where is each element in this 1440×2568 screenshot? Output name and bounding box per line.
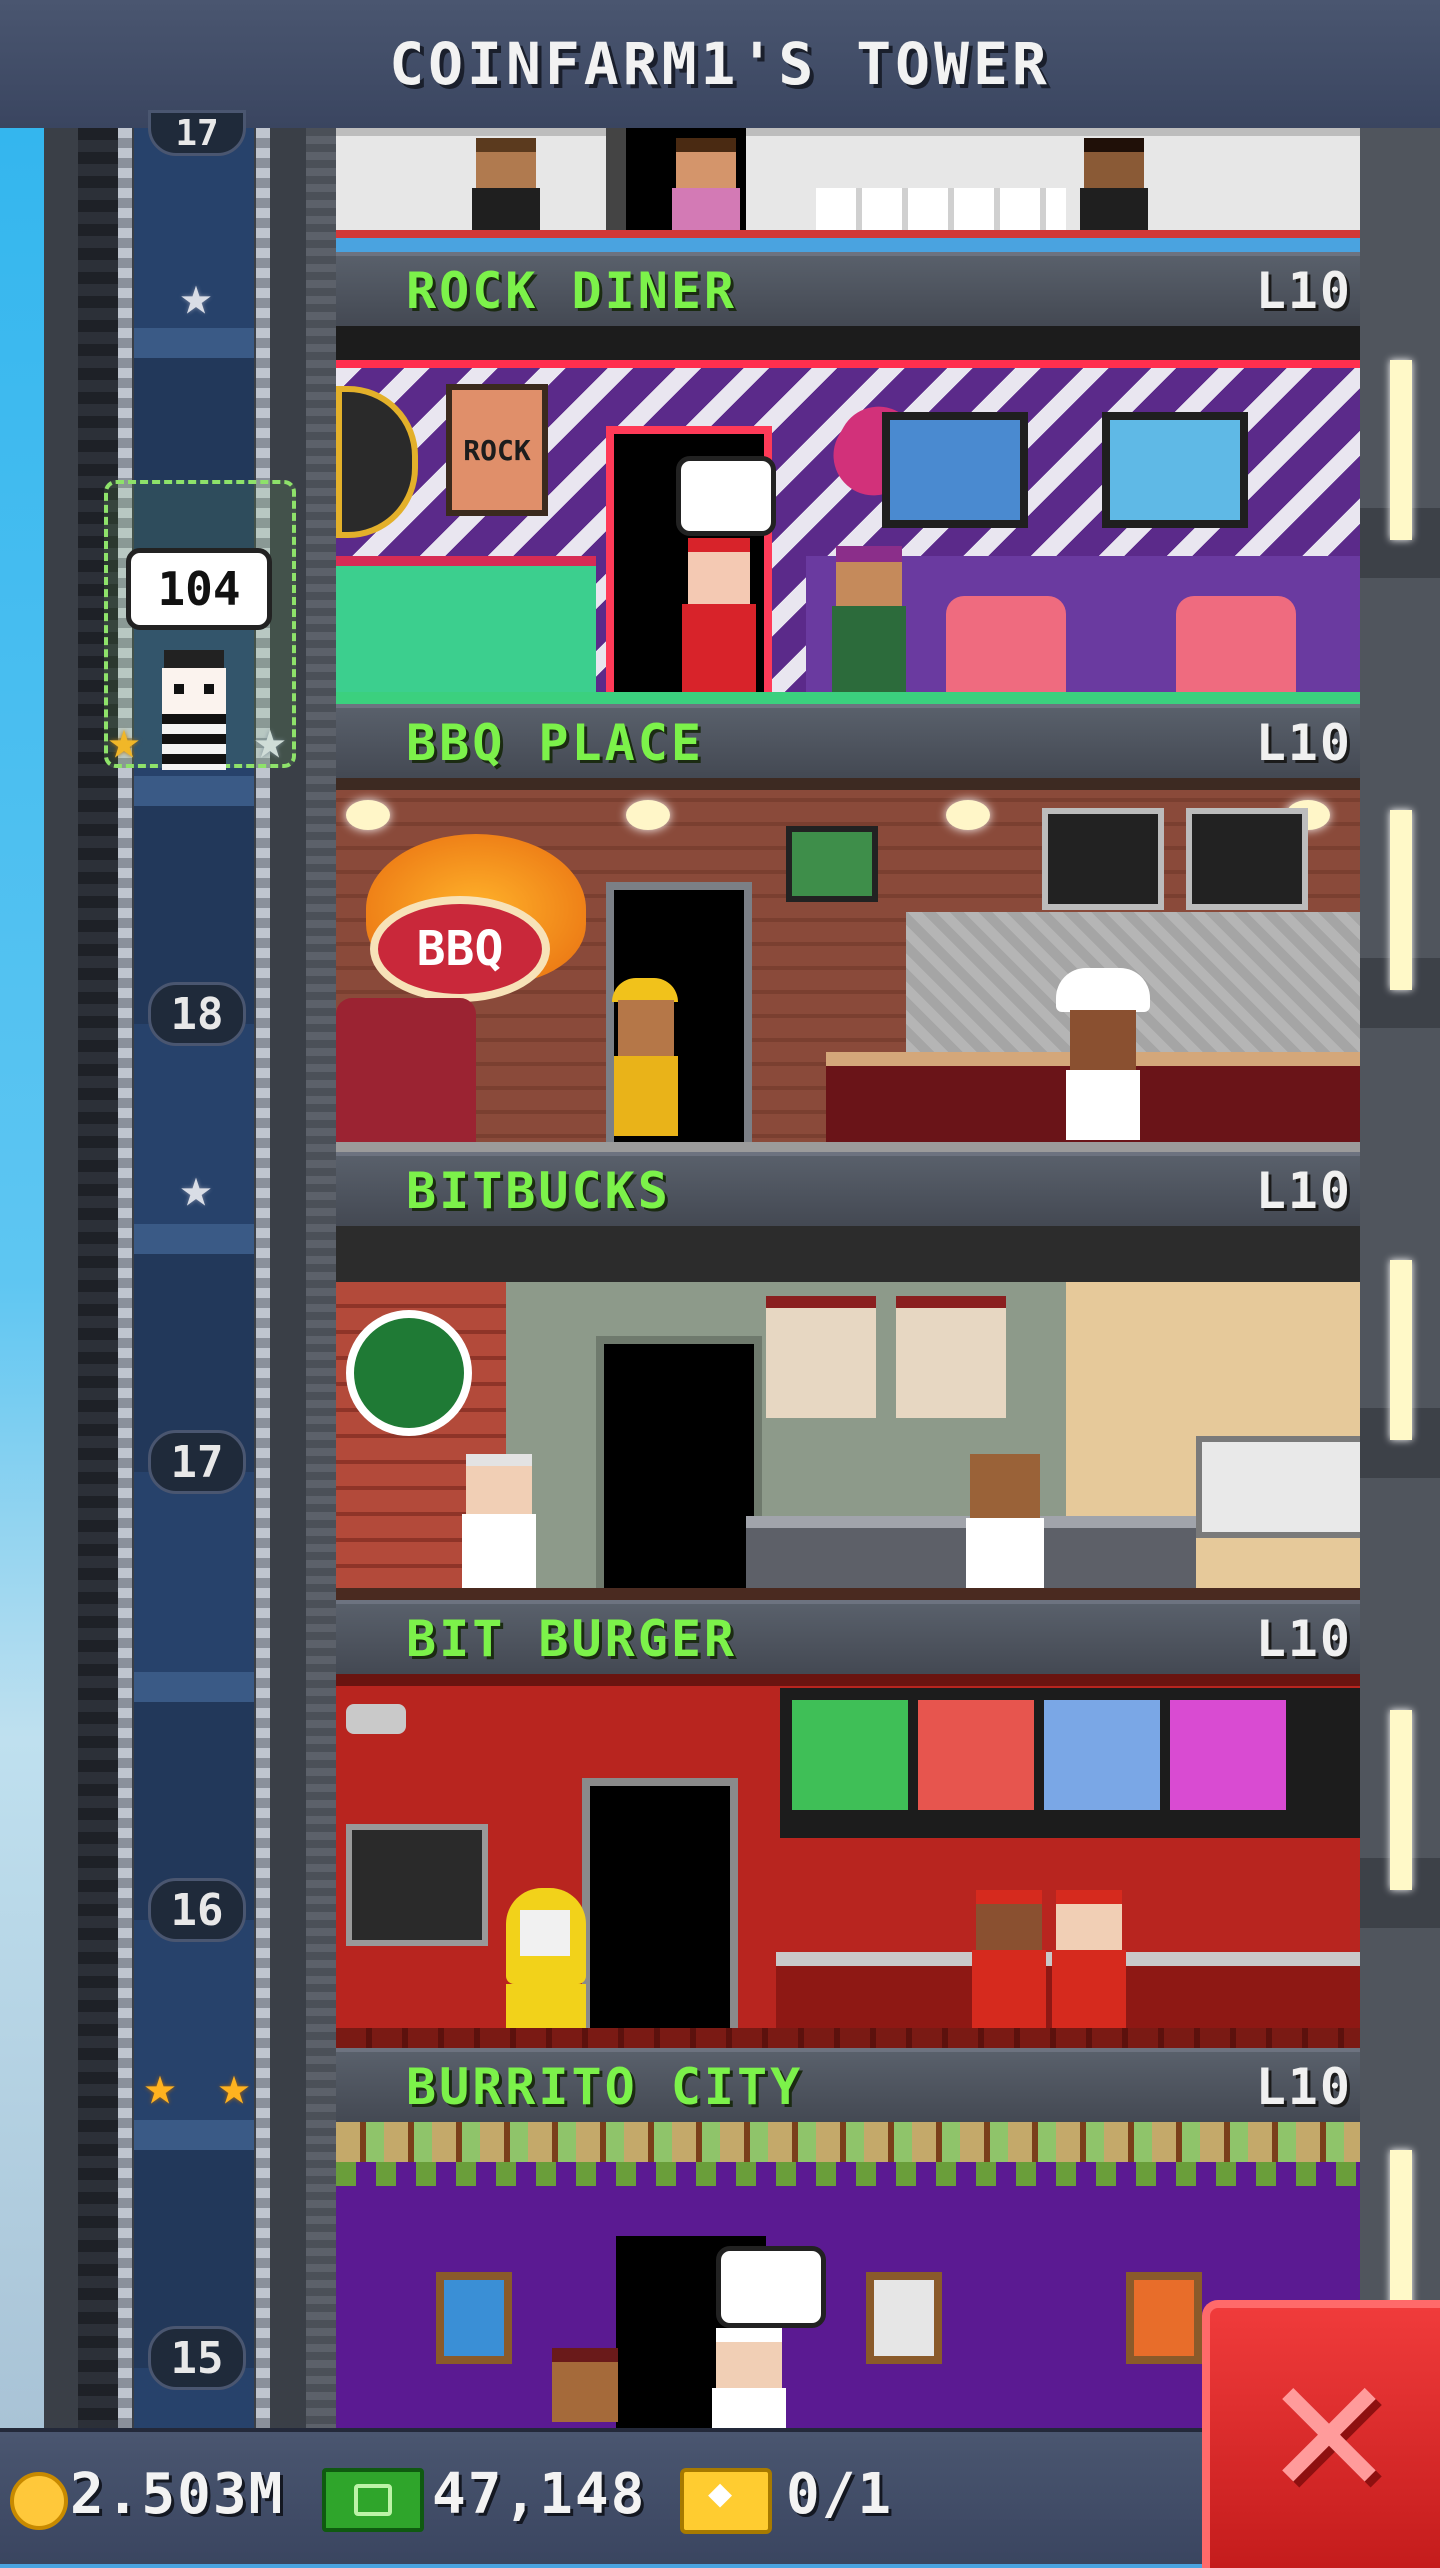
room-partial-top[interactable]: [336, 128, 1360, 238]
floor-number-partial: 17: [148, 110, 246, 156]
gold-star-icon: ★: [143, 2054, 177, 2117]
security-camera-icon: [346, 1704, 406, 1734]
room-bitbucks[interactable]: [336, 1226, 1360, 1600]
elevator-operator: [148, 650, 240, 770]
room-bbq-place[interactable]: BBQ: [336, 778, 1360, 1152]
menu-board: [1186, 808, 1308, 910]
coin-count: 2.503M: [70, 2462, 285, 2527]
diner-booth: [336, 556, 596, 704]
floor-level: L10: [1255, 1162, 1352, 1220]
wall-picture: [866, 2272, 942, 2364]
floor-name: BITBUCKS: [406, 1162, 671, 1220]
floor-level: L10: [1255, 1610, 1352, 1668]
wall-picture: [436, 2272, 512, 2364]
floor-number-18: 18: [148, 982, 246, 1046]
floor-header-burrito-city[interactable]: BURRITO CITY L10: [336, 2048, 1360, 2128]
shaft-pillar: [306, 128, 336, 2428]
silver-star-icon: ★: [179, 1156, 213, 1219]
window-light: [1390, 1260, 1412, 1440]
rock-sign: ROCK: [446, 384, 548, 516]
gold-star-icon: ★: [217, 2054, 251, 2117]
ticket-icon[interactable]: [680, 2468, 772, 2534]
floor-number-15: 15: [148, 2326, 246, 2390]
elevator-cable-left: [118, 128, 132, 2428]
floor-name: ROCK DINER: [406, 262, 738, 320]
room-bit-burger[interactable]: [336, 1674, 1360, 2054]
close-icon: ✕: [1261, 2344, 1397, 2531]
floor-level: L10: [1255, 262, 1352, 320]
tv-screen: [786, 826, 878, 902]
pastry-case: [1196, 1436, 1360, 1538]
close-button[interactable]: ✕: [1202, 2300, 1440, 2568]
bux-count: 47,148: [432, 2462, 647, 2527]
menu-board: [1042, 808, 1164, 910]
tower-title: COINFARM1'S TOWER: [389, 30, 1051, 98]
record-decor: [336, 386, 418, 538]
floor-level: L10: [1255, 714, 1352, 772]
floor-number-17: 17: [148, 1430, 246, 1494]
window-light: [1390, 1710, 1412, 1890]
menu-board: [896, 1296, 1006, 1418]
thought-bubble: [676, 456, 776, 536]
menu-board: [766, 1296, 876, 1418]
wall-picture: [1126, 2272, 1202, 2364]
bux-icon[interactable]: [322, 2468, 424, 2532]
floor-name: BBQ PLACE: [406, 714, 704, 772]
floor-header-rock-diner[interactable]: ROCK DINER L10: [336, 252, 1360, 332]
coin-icon: [10, 2472, 68, 2530]
window-light: [1390, 810, 1412, 990]
tv-screen: [882, 412, 1028, 528]
ticket-count: 0/1: [786, 2462, 894, 2527]
bit-burger-door: [582, 1778, 738, 2054]
silver-star-icon: ★: [179, 264, 213, 327]
floor-header-bitbucks[interactable]: BITBUCKS L10: [336, 1152, 1360, 1232]
floor-header-bbq-place[interactable]: BBQ PLACE L10: [336, 704, 1360, 784]
window-light: [1390, 360, 1412, 540]
elevator-passenger-bubble: 104: [126, 548, 272, 630]
bbq-sign: BBQ: [370, 896, 550, 1002]
floor-name: BURRITO CITY: [406, 2058, 804, 2116]
room-rock-diner[interactable]: ROCK: [336, 326, 1360, 704]
bitbucks-door: [596, 1336, 762, 1600]
tv-screen: [1102, 412, 1248, 528]
floor-header-bit-burger[interactable]: BIT BURGER L10: [336, 1600, 1360, 1680]
thought-bubble: [716, 2246, 826, 2328]
floor-name: BIT BURGER: [406, 1610, 738, 1668]
floor-number-16: 16: [148, 1878, 246, 1942]
coffee-logo-icon: [346, 1310, 472, 1436]
floor-level: L10: [1255, 2058, 1352, 2116]
sky-background: [0, 128, 44, 2428]
